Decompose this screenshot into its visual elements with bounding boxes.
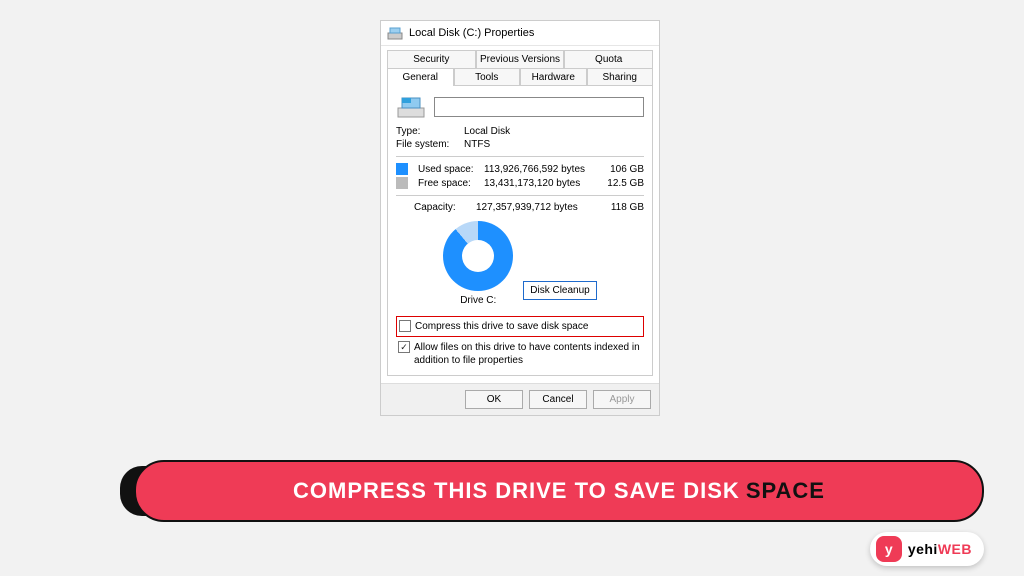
- dialog-button-row: OK Cancel Apply: [381, 383, 659, 415]
- tab-panel-general: Type:Local Disk File system:NTFS Used sp…: [387, 85, 653, 376]
- tab-previous-versions[interactable]: Previous Versions: [476, 50, 565, 68]
- usage-pie-chart: [443, 221, 513, 291]
- divider: [396, 156, 644, 157]
- brand-part2: WEB: [938, 541, 972, 557]
- filesystem-label: File system:: [396, 139, 464, 150]
- capacity-label: Capacity:: [414, 202, 476, 213]
- brand-name: yehiWEB: [908, 541, 972, 557]
- drive-label-input[interactable]: [434, 97, 644, 117]
- properties-dialog: Local Disk (C:) Properties Security Prev…: [380, 20, 660, 416]
- tab-quota[interactable]: Quota: [564, 50, 653, 68]
- tab-security[interactable]: Security: [387, 50, 476, 68]
- divider: [396, 195, 644, 196]
- free-space-swatch: [396, 177, 408, 189]
- used-space-swatch: [396, 163, 408, 175]
- window-title: Local Disk (C:) Properties: [409, 27, 534, 39]
- indexing-checkbox[interactable]: [398, 341, 410, 353]
- brand-part1: yehi: [908, 541, 938, 557]
- tab-tools[interactable]: Tools: [454, 68, 521, 86]
- tabs-top-row: Security Previous Versions Quota: [381, 46, 659, 68]
- drive-caption: Drive C:: [460, 295, 496, 306]
- drive-large-icon: [396, 94, 426, 120]
- tab-hardware[interactable]: Hardware: [520, 68, 587, 86]
- tab-general[interactable]: General: [387, 68, 454, 86]
- compress-checkbox[interactable]: [399, 320, 411, 332]
- used-space-bytes: 113,926,766,592 bytes: [484, 164, 602, 175]
- disk-cleanup-button[interactable]: Disk Cleanup: [523, 281, 596, 300]
- used-space-gb: 106 GB: [602, 164, 644, 175]
- tab-sharing[interactable]: Sharing: [587, 68, 654, 86]
- used-space-label: Used space:: [418, 164, 480, 175]
- compress-label: Compress this drive to save disk space: [415, 320, 588, 333]
- type-value: Local Disk: [464, 126, 510, 137]
- ok-button[interactable]: OK: [465, 390, 523, 409]
- free-space-label: Free space:: [418, 178, 480, 189]
- highlight-box: Compress this drive to save disk space: [396, 316, 644, 337]
- free-space-gb: 12.5 GB: [602, 178, 644, 189]
- drive-icon: [387, 25, 403, 41]
- titlebar: Local Disk (C:) Properties: [381, 21, 659, 46]
- free-space-bytes: 13,431,173,120 bytes: [484, 178, 602, 189]
- banner-body: COMPRESS THIS DRIVE TO SAVE DISK SPACE: [134, 460, 984, 522]
- indexing-label: Allow files on this drive to have conten…: [414, 341, 642, 367]
- brand-badge-icon: y: [876, 536, 902, 562]
- capacity-gb: 118 GB: [602, 202, 644, 213]
- apply-button[interactable]: Apply: [593, 390, 651, 409]
- filesystem-value: NTFS: [464, 139, 490, 150]
- brand-logo: y yehiWEB: [870, 532, 984, 566]
- banner-accent: SPACE: [746, 478, 825, 504]
- type-label: Type:: [396, 126, 464, 137]
- tabs-bottom-row: General Tools Hardware Sharing: [381, 68, 659, 86]
- caption-banner: COMPRESS THIS DRIVE TO SAVE DISK SPACE: [120, 460, 984, 522]
- cancel-button[interactable]: Cancel: [529, 390, 587, 409]
- banner-text: COMPRESS THIS DRIVE TO SAVE DISK: [293, 478, 740, 504]
- capacity-bytes: 127,357,939,712 bytes: [476, 202, 602, 213]
